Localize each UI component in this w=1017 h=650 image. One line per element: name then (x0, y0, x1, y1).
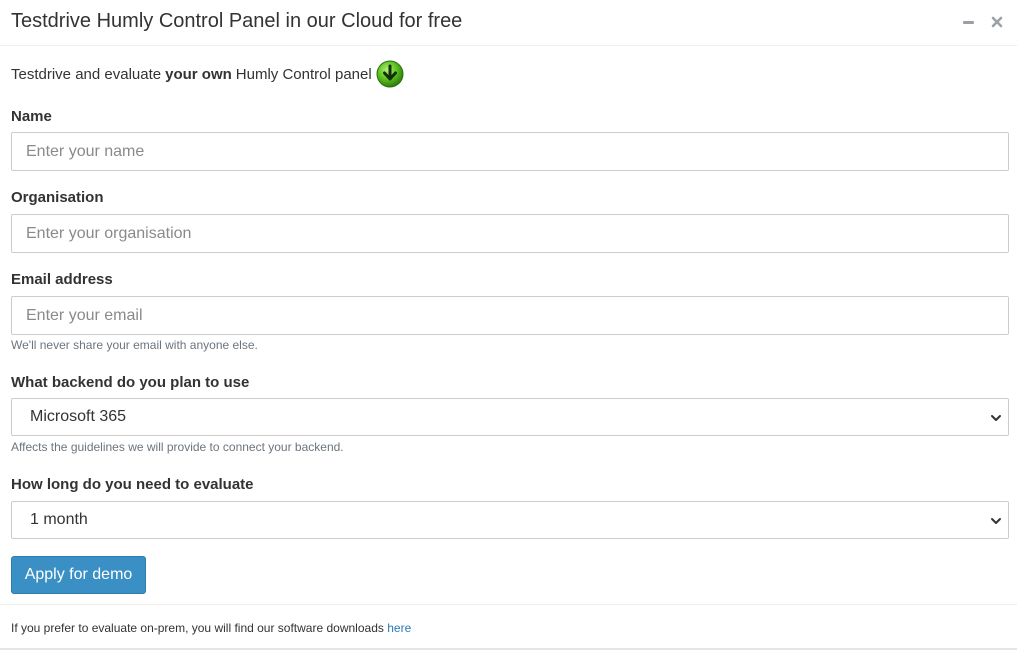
downloads-link[interactable]: here (387, 621, 411, 635)
close-icon[interactable] (989, 14, 1005, 30)
intro-suffix: Humly Control panel (235, 65, 372, 83)
backend-help-text: Affects the guidelines we will provide t… (11, 440, 344, 454)
chevron-down-icon (990, 411, 1002, 429)
dialog-title: Testdrive Humly Control Panel in our Clo… (11, 10, 463, 32)
backend-select[interactable]: Microsoft 365 (11, 398, 1009, 436)
email-input[interactable] (11, 296, 1009, 335)
organisation-input[interactable] (11, 214, 1009, 253)
name-input[interactable] (11, 132, 1009, 171)
footer-text: If you prefer to evaluate on-prem, you w… (11, 621, 411, 635)
duration-selected-value: 1 month (30, 511, 88, 528)
organisation-label: Organisation (11, 189, 104, 206)
name-label: Name (11, 108, 52, 125)
backend-label: What backend do you plan to use (11, 374, 250, 391)
dialog-footer: If you prefer to evaluate on-prem, you w… (0, 604, 1017, 650)
intro-emphasis: your own (165, 65, 232, 83)
email-label: Email address (11, 271, 113, 288)
dialog-header: Testdrive Humly Control Panel in our Clo… (0, 0, 1017, 46)
email-help-text: We'll never share your email with anyone… (11, 338, 258, 352)
apply-for-demo-button[interactable]: Apply for demo (11, 556, 146, 594)
chevron-down-icon (990, 514, 1002, 532)
intro-prefix: Testdrive and evaluate (11, 65, 162, 83)
duration-label: How long do you need to evaluate (11, 476, 254, 493)
duration-select[interactable]: 1 month (11, 501, 1009, 539)
backend-selected-value: Microsoft 365 (30, 408, 127, 425)
footer-message: If you prefer to evaluate on-prem, you w… (11, 621, 384, 635)
green-arrow-down-icon (376, 60, 404, 88)
demo-dialog: Testdrive Humly Control Panel in our Clo… (0, 0, 1017, 650)
intro-text: Testdrive and evaluate your own Humly Co… (11, 60, 404, 88)
minimize-icon[interactable] (961, 14, 977, 30)
